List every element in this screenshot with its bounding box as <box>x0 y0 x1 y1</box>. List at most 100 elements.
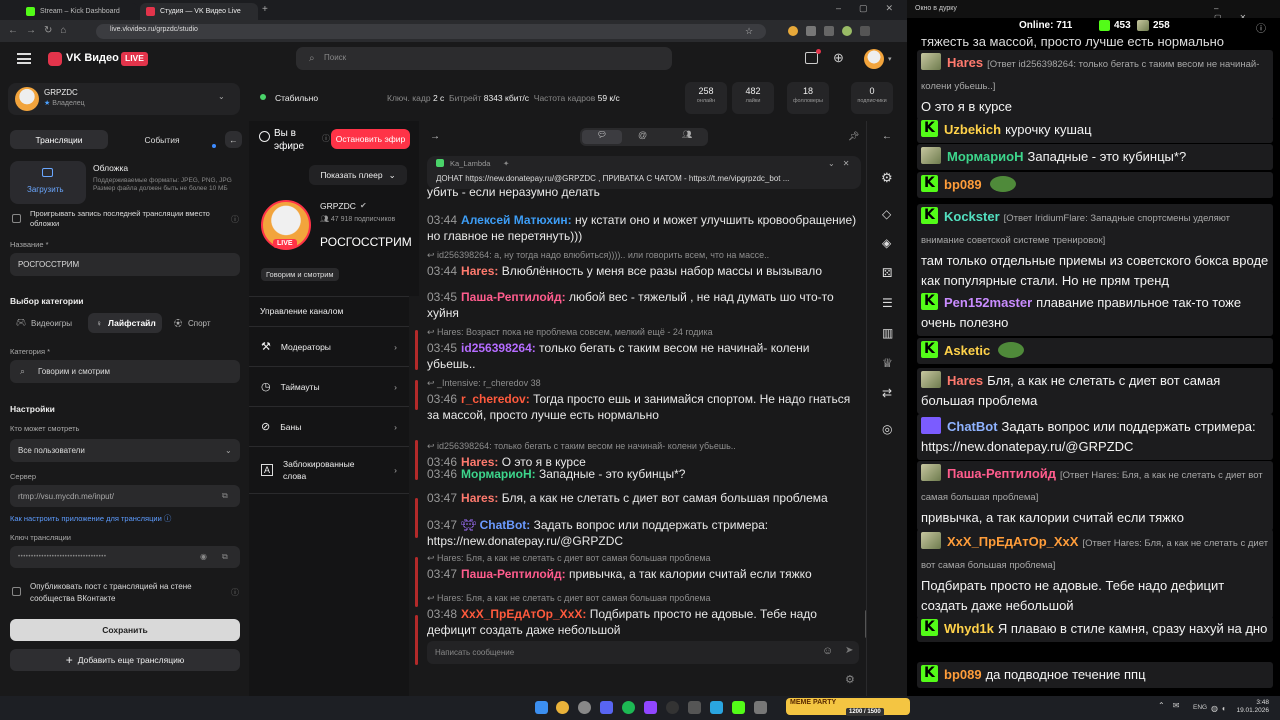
user-avatar[interactable] <box>864 49 884 69</box>
new-tab-icon[interactable]: + <box>262 4 268 15</box>
app-icon[interactable] <box>644 701 657 714</box>
settings-gear-icon[interactable]: ⚙ <box>881 170 893 186</box>
stop-stream-button[interactable]: Остановить эфир <box>331 129 410 149</box>
menu-moderators[interactable]: ⚒ Модераторы › <box>249 326 409 366</box>
who-can-watch-select[interactable]: Все пользователи <box>10 439 240 462</box>
help-icon[interactable]: ⓘ <box>231 214 239 225</box>
nav-buttons-icon[interactable]: ←→↻⌂ <box>8 25 74 36</box>
help-icon[interactable]: ⓘ <box>231 587 239 598</box>
app-icon[interactable] <box>578 701 591 714</box>
pinned-actions-icon[interactable]: ⌄✕ <box>828 159 857 168</box>
bar-chart-icon[interactable]: ▥ <box>882 326 893 340</box>
message-author[interactable]: ChatBot: <box>480 518 534 532</box>
language-indicator[interactable]: ENG <box>1193 704 1207 711</box>
chrome-icon[interactable] <box>556 701 569 714</box>
menu-blocked-words[interactable]: A Заблокированные слова › <box>249 446 409 494</box>
collapse-chat-arrow-icon[interactable]: → <box>430 131 440 142</box>
menu-bans[interactable]: ⊘ Баны › <box>249 406 409 446</box>
message-author[interactable]: XxX_ПрЕдАтОр_XxX: <box>461 607 590 621</box>
extension-icon[interactable] <box>824 26 834 36</box>
meme-party-widget[interactable]: MEME PARTY 1200 / 1500 <box>786 698 910 716</box>
channel-selector[interactable] <box>8 83 240 115</box>
windows-start-icon[interactable] <box>535 701 548 714</box>
overlay-author: Hares <box>947 373 984 388</box>
swap-icon[interactable]: ⇄ <box>882 386 892 400</box>
copy-icon[interactable]: ⧉ <box>222 491 228 501</box>
server-field[interactable]: rtmp://vsu.mycdn.me/input/ <box>10 485 240 507</box>
message-author[interactable]: Hares: <box>461 491 502 505</box>
cat-tab-games[interactable]: Видеоигры <box>31 319 72 328</box>
bookmark-star-icon[interactable]: ☆ <box>745 26 753 37</box>
extension-icon[interactable] <box>806 26 816 36</box>
list-icon[interactable]: ☰ <box>882 296 893 310</box>
tab-vk-studio[interactable]: Студия — VK Видео Live <box>140 3 258 20</box>
info-icon[interactable]: ⓘ <box>322 133 330 144</box>
window-controls[interactable]: –▢✕ <box>836 3 911 14</box>
menu-timeouts[interactable]: ◷ Таймауты › <box>249 366 409 406</box>
message-author[interactable]: id256398264: <box>461 341 539 355</box>
url-field[interactable]: live.vkvideo.ru/grpzdc/studio <box>96 24 766 39</box>
category-tag[interactable]: Говорим и смотрим <box>261 268 339 281</box>
overlay-message: Uzbekichкурочку кушац <box>917 117 1273 143</box>
message-author[interactable]: Алексей Матюхин: <box>461 213 575 227</box>
message-author[interactable]: МормариоН: <box>461 467 539 481</box>
telegram-icon[interactable] <box>710 701 723 714</box>
vk-logo-text[interactable]: VK Видео <box>66 52 119 64</box>
info-icon[interactable]: ⓘ <box>1256 20 1266 35</box>
menu-dots-icon[interactable] <box>860 26 870 36</box>
tab-events[interactable]: События <box>113 130 211 149</box>
kick-logo-icon <box>921 118 938 138</box>
tab-kick-dashboard[interactable]: Stream – Kick Dashboard <box>20 3 138 20</box>
message-author[interactable]: r_cheredov: <box>461 392 533 406</box>
spotify-icon[interactable] <box>622 701 635 714</box>
discord-icon[interactable] <box>600 701 613 714</box>
app-icon[interactable] <box>754 701 767 714</box>
message-author[interactable]: Паша-Рептилойд: <box>461 290 569 304</box>
gem-icon[interactable]: ◈ <box>882 236 891 250</box>
chevron-down-icon[interactable]: ▾ <box>888 55 892 63</box>
message-author[interactable]: Паша-Рептилойд: <box>461 567 569 581</box>
diamond-icon[interactable]: ◇ <box>882 207 891 221</box>
mention-icon[interactable]: @ <box>638 130 647 140</box>
trophy-icon[interactable]: ♕ <box>882 356 893 370</box>
clock[interactable]: 3:48 19.01.2026 <box>1233 699 1269 715</box>
gift-icon[interactable] <box>805 49 821 64</box>
replay-checkbox[interactable] <box>12 214 21 223</box>
donate-icon[interactable]: ◎ <box>882 422 892 436</box>
extension-icon[interactable] <box>788 26 798 36</box>
copy-icon[interactable]: ⧉ <box>222 552 228 562</box>
save-button[interactable]: Сохранить <box>10 619 240 641</box>
chat-message-input[interactable]: Написать сообщение <box>427 641 859 664</box>
obs-icon[interactable] <box>666 701 679 714</box>
back-arrow-icon[interactable]: ← <box>882 131 892 142</box>
publish-post-checkbox[interactable] <box>12 587 21 596</box>
online-counter: Online: 711 <box>1019 20 1072 31</box>
message-author[interactable]: Hares: <box>461 264 502 278</box>
hamburger-menu-icon[interactable] <box>17 53 31 64</box>
collapse-arrow-icon[interactable]: ← <box>225 131 242 148</box>
eye-icon[interactable]: ◉ <box>200 552 207 561</box>
chat-bubble-icon[interactable]: 💬︎ <box>582 130 622 144</box>
add-stream-button[interactable]: + Добавить еще трансляцию <box>10 649 240 671</box>
profile-icon[interactable] <box>842 26 852 36</box>
setup-help-link[interactable]: Как настроить приложение для трансляции … <box>10 513 171 524</box>
stream-name-input[interactable]: РОСГОССТРИМ <box>10 253 240 276</box>
send-icon[interactable]: ➤ <box>845 645 853 656</box>
network-sound-icon[interactable]: ◍◖ <box>1211 704 1229 713</box>
add-circle-icon[interactable]: ⊕ <box>833 50 844 66</box>
dice-icon[interactable]: ⚄ <box>882 266 892 280</box>
users-icon[interactable]: 👥︎ <box>682 130 692 139</box>
search-input[interactable]: Поиск <box>296 47 672 70</box>
message-time: 03:47 <box>427 518 458 532</box>
kick-app-icon[interactable] <box>732 701 745 714</box>
tab-streams[interactable]: Трансляции <box>10 130 108 149</box>
category-input[interactable]: Говорим и смотрим <box>10 360 240 383</box>
cat-tab-lifestyle[interactable]: ♀ Лайфстайл <box>88 313 162 333</box>
pin-icon[interactable]: 📌︎ <box>848 131 859 142</box>
cat-tab-sport[interactable]: Спорт <box>188 319 211 328</box>
show-player-button[interactable]: Показать плеер ⌄ <box>309 165 407 185</box>
settings-gear-icon[interactable]: ⚙ <box>845 673 855 686</box>
tray-icons[interactable]: ⌃✉ <box>1158 701 1187 710</box>
emoji-icon[interactable]: ☺ <box>822 645 833 657</box>
app-icon[interactable] <box>688 701 701 714</box>
